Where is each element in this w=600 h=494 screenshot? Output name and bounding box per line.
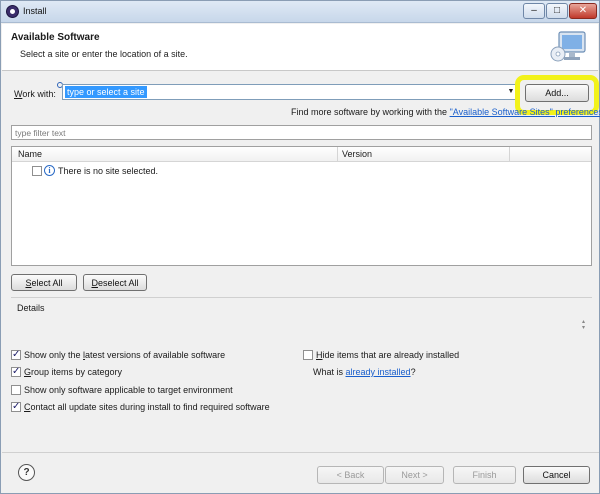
column-separator[interactable]: [337, 147, 338, 162]
close-button[interactable]: ✕: [569, 3, 597, 19]
close-icon: ✕: [578, 5, 588, 16]
select-all-button[interactable]: Select All: [11, 274, 77, 291]
page-subtitle: Select a site or enter the location of a…: [20, 49, 188, 59]
footer-divider: [2, 452, 599, 453]
available-software-sites-link[interactable]: "Available Software Sites" preferences.: [450, 107, 600, 117]
monitor-install-icon: [550, 31, 586, 62]
details-divider: [11, 297, 592, 298]
filter-placeholder: type filter text: [15, 128, 66, 138]
latest-versions-checkbox[interactable]: [11, 349, 21, 360]
work-with-combo[interactable]: type or select a site ▼: [62, 84, 519, 100]
work-with-value[interactable]: type or select a site: [65, 86, 147, 98]
option-applicable-software[interactable]: Show only software applicable to target …: [11, 385, 233, 395]
row-text: There is no site selected.: [58, 166, 159, 176]
option-latest-versions[interactable]: Show only the latest versions of availab…: [11, 349, 225, 360]
finish-button[interactable]: Finish: [453, 466, 516, 484]
cancel-button[interactable]: Cancel: [523, 466, 590, 484]
maximize-button[interactable]: □: [546, 3, 568, 19]
table-row[interactable]: i There is no site selected.: [12, 163, 591, 178]
details-scroll-icon[interactable]: ▴ ▾: [582, 319, 589, 331]
table-header: Name Version: [12, 147, 591, 162]
work-with-label: Work with:: [14, 89, 56, 99]
hide-installed-checkbox[interactable]: [303, 350, 313, 360]
software-table[interactable]: Name Version i There is no site selected…: [11, 146, 592, 266]
add-site-button[interactable]: Add...: [525, 84, 589, 102]
column-header-name[interactable]: Name: [18, 149, 42, 159]
title-bar[interactable]: Install – □ ✕: [1, 1, 599, 23]
deselect-all-button[interactable]: Deselect All: [83, 274, 147, 291]
group-by-category-checkbox[interactable]: [11, 366, 21, 377]
minimize-icon: –: [531, 5, 537, 16]
page-title: Available Software: [11, 32, 100, 43]
info-icon: i: [44, 165, 55, 176]
contact-update-sites-checkbox[interactable]: [11, 401, 21, 412]
column-header-version[interactable]: Version: [342, 149, 372, 159]
filter-input[interactable]: type filter text: [11, 125, 592, 140]
eclipse-app-icon: [6, 5, 19, 18]
maximize-icon: □: [553, 5, 561, 16]
help-icon[interactable]: ?: [18, 464, 35, 481]
row-checkbox[interactable]: [32, 166, 42, 176]
details-label: Details: [17, 303, 45, 313]
header-banner: Available Software Select a site or ente…: [2, 24, 598, 71]
minimize-button[interactable]: –: [523, 3, 545, 19]
already-installed-link[interactable]: already installed: [346, 367, 411, 377]
find-more-software-text: Find more software by working with the "…: [291, 107, 600, 117]
applicable-software-checkbox[interactable]: [11, 385, 21, 395]
next-button[interactable]: Next >: [385, 466, 444, 484]
back-button[interactable]: < Back: [317, 466, 384, 484]
option-group-by-category[interactable]: Group items by category: [11, 366, 122, 377]
what-is-installed-text: What is already installed?: [313, 367, 416, 377]
window-title: Install: [23, 6, 47, 16]
option-hide-installed[interactable]: Hide items that are already installed: [303, 350, 459, 360]
install-window: Install – □ ✕ Available Software Select …: [0, 0, 600, 494]
column-separator[interactable]: [509, 147, 510, 162]
option-contact-update-sites[interactable]: Contact all update sites during install …: [11, 401, 270, 412]
